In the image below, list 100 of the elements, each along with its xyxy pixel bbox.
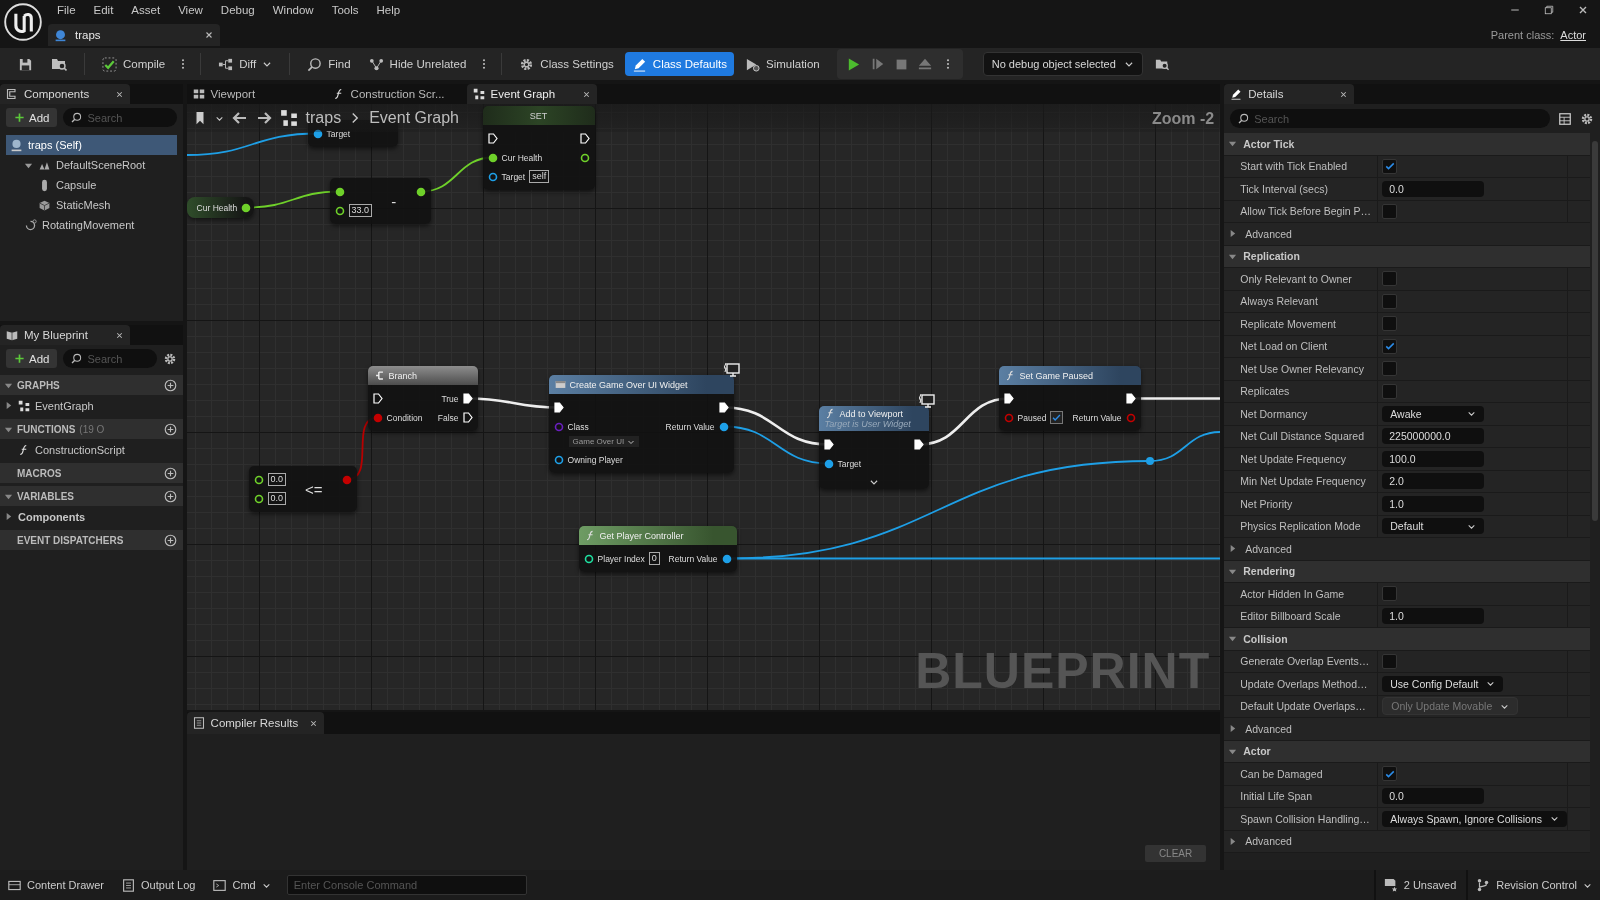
- chevron-down-icon[interactable]: [868, 477, 879, 487]
- editor-tab[interactable]: Viewport: [186, 84, 317, 104]
- search-field[interactable]: Search: [63, 108, 177, 127]
- checkbox[interactable]: [1382, 766, 1398, 782]
- panel-tab[interactable]: Details: [1224, 84, 1355, 104]
- data-pin-icon[interactable]: [487, 152, 498, 163]
- menu-item[interactable]: Debug: [211, 4, 264, 16]
- data-pin-icon[interactable]: [721, 553, 732, 564]
- add-icon[interactable]: [163, 466, 177, 480]
- expander-icon[interactable]: [1228, 724, 1238, 734]
- menu-item[interactable]: View: [169, 4, 212, 16]
- menu-item[interactable]: Window: [263, 4, 323, 16]
- tree-item[interactable]: RotatingMovement: [6, 215, 177, 235]
- menu-item[interactable]: Asset: [122, 4, 170, 16]
- close-icon[interactable]: [308, 718, 318, 728]
- expander-icon[interactable]: [1228, 229, 1238, 239]
- close-icon[interactable]: [115, 89, 124, 99]
- number-field[interactable]: 2.0: [1382, 473, 1485, 490]
- toolbar-button[interactable]: Class Settings: [512, 52, 621, 76]
- exec-pin-icon[interactable]: [823, 439, 834, 450]
- number-field[interactable]: 0.0: [1382, 180, 1485, 197]
- section-header[interactable]: Rendering: [1224, 560, 1590, 583]
- document-tab[interactable]: traps: [48, 24, 220, 46]
- blueprint-item[interactable]: EventGraph: [0, 395, 183, 416]
- console-input[interactable]: Enter Console Command: [286, 875, 527, 895]
- add-button[interactable]: Add: [6, 349, 58, 368]
- category-header[interactable]: FUNCTIONS (19 O: [0, 419, 183, 439]
- parent-class-link[interactable]: Actor: [1560, 29, 1586, 41]
- graph-node[interactable]: SET Cur Health Target self: [482, 106, 595, 190]
- category-header[interactable]: MACROS: [0, 463, 183, 483]
- category-header[interactable]: EVENT DISPATCHERS: [0, 530, 183, 550]
- pin-checkbox[interactable]: [1050, 411, 1064, 424]
- cmd-dropdown[interactable]: Cmd: [205, 870, 279, 900]
- section-header[interactable]: Replication: [1224, 245, 1590, 268]
- close-icon[interactable]: [204, 30, 214, 40]
- number-field[interactable]: 100.0: [1382, 450, 1485, 467]
- pin-value-field[interactable]: 0.0: [267, 473, 287, 486]
- close-icon[interactable]: [115, 330, 124, 340]
- data-pin-icon[interactable]: [241, 202, 252, 213]
- advanced-toggle[interactable]: Advanced: [1224, 223, 1590, 246]
- menu-item[interactable]: File: [48, 4, 85, 16]
- panel-tab[interactable]: Components: [0, 84, 130, 104]
- blueprint-item[interactable]: Components: [0, 506, 183, 527]
- forward-arrow-icon[interactable]: [255, 110, 272, 126]
- settings-icon[interactable]: [162, 351, 177, 366]
- checkbox[interactable]: [1382, 338, 1398, 354]
- toolbar-button[interactable]: Class Defaults: [624, 52, 734, 76]
- advanced-toggle[interactable]: Advanced: [1224, 718, 1590, 741]
- blueprint-item[interactable]: ConstructionScript: [0, 439, 183, 460]
- expander-icon[interactable]: [1228, 634, 1238, 644]
- menu-item[interactable]: Edit: [84, 4, 123, 16]
- section-header[interactable]: Actor: [1224, 740, 1590, 763]
- expander-icon[interactable]: [1228, 139, 1238, 149]
- checkbox[interactable]: [1382, 586, 1398, 602]
- data-pin-icon[interactable]: [553, 454, 564, 465]
- data-pin-icon[interactable]: [579, 152, 590, 163]
- checkbox[interactable]: [1382, 271, 1398, 287]
- status-button[interactable]: Content Drawer: [0, 870, 113, 900]
- graph-canvas[interactable]: [186, 104, 1221, 710]
- data-pin-icon[interactable]: [823, 458, 834, 469]
- advanced-toggle[interactable]: Advanced: [1224, 830, 1590, 853]
- tree-item[interactable]: traps (Self): [6, 135, 177, 155]
- panel-tab[interactable]: My Blueprint: [0, 325, 130, 345]
- graph-node[interactable]: 33.0 -: [329, 178, 431, 224]
- toolbar-button[interactable]: Diff: [211, 52, 280, 76]
- toolbar-button[interactable]: Compile: [95, 52, 173, 76]
- panel-tab[interactable]: Compiler Results: [186, 712, 324, 734]
- pin-value-field[interactable]: 33.0: [348, 204, 373, 217]
- back-arrow-icon[interactable]: [231, 110, 248, 126]
- exec-pin-icon[interactable]: [1003, 393, 1014, 404]
- category-header[interactable]: VARIABLES: [0, 486, 183, 506]
- add-button[interactable]: Add: [6, 108, 58, 127]
- checkbox[interactable]: [1382, 383, 1398, 399]
- close-icon[interactable]: [1339, 89, 1349, 99]
- exec-pin-icon[interactable]: [553, 402, 564, 413]
- dropdown[interactable]: Default: [1382, 518, 1485, 535]
- exec-pin-icon[interactable]: [579, 133, 590, 144]
- checkbox[interactable]: [1382, 203, 1398, 219]
- advanced-toggle[interactable]: Advanced: [1224, 538, 1590, 561]
- toolbar-button[interactable]: Simulation: [738, 52, 827, 76]
- status-button[interactable]: Output Log: [114, 870, 204, 900]
- search-field[interactable]: Search: [63, 349, 157, 368]
- editor-tab[interactable]: Event Graph: [466, 84, 597, 104]
- exec-pin-icon[interactable]: [462, 393, 473, 404]
- close-icon[interactable]: [581, 89, 591, 99]
- exec-pin-icon[interactable]: [462, 412, 473, 423]
- pin-value-field[interactable]: self: [529, 170, 550, 183]
- clear-button[interactable]: CLEAR: [1144, 845, 1207, 862]
- data-pin-icon[interactable]: [253, 474, 264, 485]
- data-pin-icon[interactable]: [312, 128, 323, 139]
- graph-node[interactable]: Set Game Paused Paused Return Value: [998, 366, 1141, 431]
- checkbox[interactable]: [1382, 361, 1398, 377]
- exec-pin-icon[interactable]: [1125, 393, 1136, 404]
- graph-node[interactable]: Create Game Over UI Widget Class Game Over UI Owning Player Return Value: [548, 375, 734, 473]
- menu-item[interactable]: Help: [367, 4, 410, 16]
- search-field[interactable]: Search: [1230, 109, 1550, 128]
- checkbox[interactable]: [1382, 653, 1398, 669]
- checkbox[interactable]: [1382, 316, 1398, 332]
- pin-value-field[interactable]: 0.0: [267, 492, 287, 505]
- data-pin-icon[interactable]: [415, 186, 426, 197]
